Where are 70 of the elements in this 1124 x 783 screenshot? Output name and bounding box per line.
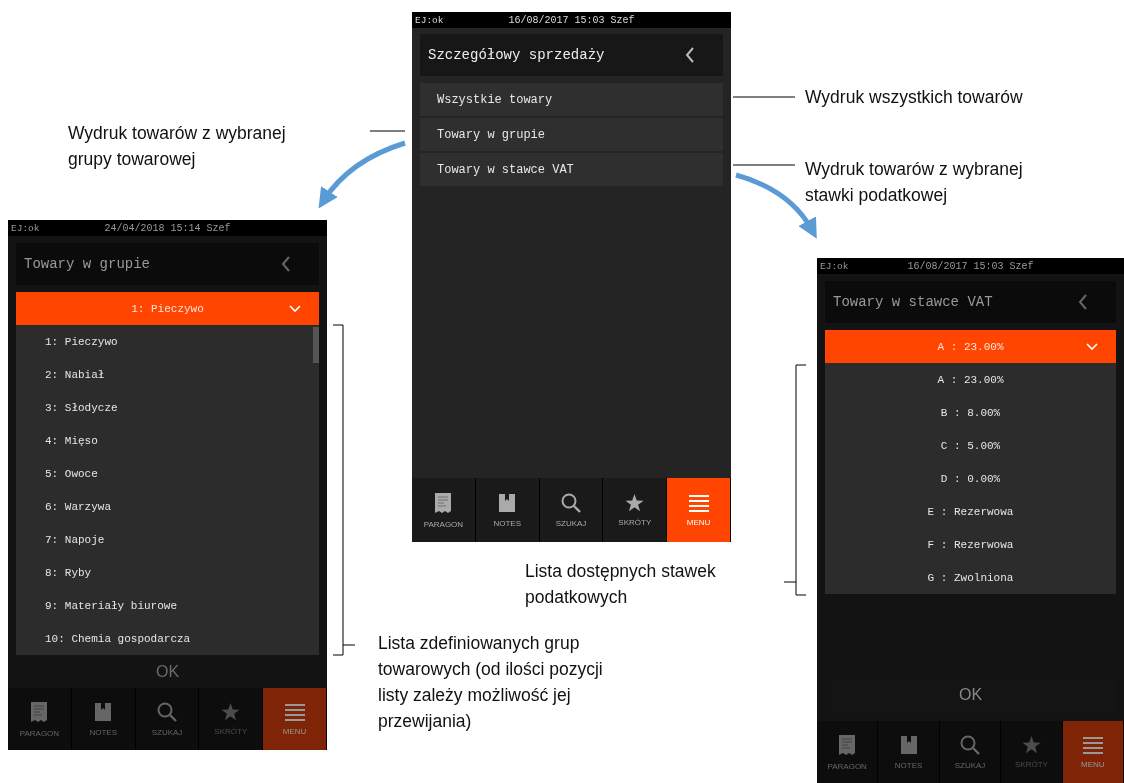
- dropdown-value: A : 23.00%: [937, 340, 1004, 353]
- nav-tab[interactable]: MENU: [1062, 721, 1124, 783]
- receipt-icon: [838, 733, 857, 756]
- dropdown-option[interactable]: 5: Owoce: [16, 457, 319, 490]
- notebook-icon: [899, 734, 918, 755]
- screen-title: Towary w stawce VAT: [833, 294, 993, 310]
- dropdown-value: 1: Pieczywo: [131, 302, 204, 315]
- nav-tab[interactable]: PARAGON: [8, 688, 72, 750]
- search-icon: [960, 734, 980, 755]
- search-icon: [561, 492, 581, 513]
- status-datetime: 16/08/2017 15:03 Szef: [508, 14, 635, 26]
- nav-tab[interactable]: NOTES: [878, 721, 940, 783]
- nav-tab[interactable]: PARAGON: [412, 478, 476, 542]
- annotation-text: Wydruk wszystkich towarów: [805, 86, 1023, 109]
- dropdown-option[interactable]: C : 5.00%: [825, 429, 1116, 462]
- nav-tab[interactable]: PARAGON: [817, 721, 879, 783]
- dropdown-option[interactable]: 9: Materiały biurowe: [16, 589, 319, 622]
- status-datetime: 16/08/2017 15:03 Szef: [907, 260, 1034, 272]
- dropdown-option[interactable]: G : Zwolniona: [825, 561, 1116, 594]
- dropdown-option[interactable]: 10: Chemia gospodarcza: [16, 622, 319, 655]
- nav-tab[interactable]: SZUKAJ: [539, 478, 604, 542]
- dropdown-option[interactable]: 2: Nabiał: [16, 358, 319, 391]
- chevron-down-icon: [1086, 343, 1098, 351]
- screen-title: Towary w grupie: [24, 256, 151, 272]
- dropdown-option[interactable]: 7: Napoje: [16, 523, 319, 556]
- menu-icon: [1082, 735, 1103, 754]
- back-icon[interactable]: [685, 47, 695, 63]
- annotation-text: Wydruk towarów z wybranej stawki podatkowej: [805, 158, 1023, 207]
- star-icon: [221, 702, 241, 721]
- dropdown-option[interactable]: A : 23.00%: [825, 363, 1116, 396]
- notebook-icon: [94, 701, 113, 722]
- status-text: EJ:ok: [414, 14, 444, 26]
- nav-tab[interactable]: SZUKAJ: [939, 721, 1002, 783]
- leader-line: [732, 96, 796, 98]
- dropdown-option[interactable]: B : 8.00%: [825, 396, 1116, 429]
- status-text: EJ:ok: [10, 222, 40, 234]
- dropdown-option[interactable]: 4: Mięso: [16, 424, 319, 457]
- status-datetime: 24/04/2018 15:14 Szef: [104, 222, 231, 234]
- menu-icon: [284, 702, 305, 721]
- nav-tab[interactable]: SZUKAJ: [135, 688, 200, 750]
- dropdown-option[interactable]: D : 0.00%: [825, 462, 1116, 495]
- menu-item[interactable]: Towary w grupie: [420, 118, 723, 151]
- leader-line: [732, 164, 796, 166]
- star-icon: [1021, 735, 1041, 754]
- leader-line: [369, 130, 406, 132]
- screen-title: Szczegółowy sprzedaży: [428, 47, 605, 63]
- menu-icon: [688, 493, 709, 512]
- dropdown-option[interactable]: 6: Warzywa: [16, 490, 319, 523]
- star-icon: [625, 493, 645, 512]
- nav-tab[interactable]: MENU: [263, 688, 327, 750]
- receipt-icon: [434, 491, 453, 514]
- dropdown-option[interactable]: F : Rezerwowa: [825, 528, 1116, 561]
- notebook-icon: [498, 492, 517, 513]
- status-text: EJ:ok: [819, 260, 849, 272]
- menu-item[interactable]: Towary w stawce VAT: [420, 153, 723, 186]
- scrollbar[interactable]: [313, 327, 319, 363]
- nav-tab[interactable]: NOTES: [475, 478, 540, 542]
- nav-tab[interactable]: NOTES: [71, 688, 136, 750]
- annotation-text: Lista dostępnych stawek podatkowych: [525, 560, 716, 609]
- annotation-text: Lista zdefiniowanych grup towarowych (od ilości pozycji listy zależy możliwość jej przewijania): [378, 632, 603, 733]
- chevron-down-icon: [289, 305, 301, 313]
- dropdown-option[interactable]: 3: Słodycze: [16, 391, 319, 424]
- dropdown-option[interactable]: 8: Ryby: [16, 556, 319, 589]
- dropdown-option[interactable]: E : Rezerwowa: [825, 495, 1116, 528]
- dropdown-option[interactable]: 1: Pieczywo: [16, 325, 319, 358]
- nav-tab[interactable]: SKRÓTY: [603, 478, 668, 542]
- menu-item[interactable]: Wszystkie towary: [420, 83, 723, 116]
- annotation-text: Wydruk towarów z wybranej grupy towarowej: [68, 122, 286, 171]
- search-icon: [157, 701, 177, 722]
- receipt-icon: [30, 700, 49, 723]
